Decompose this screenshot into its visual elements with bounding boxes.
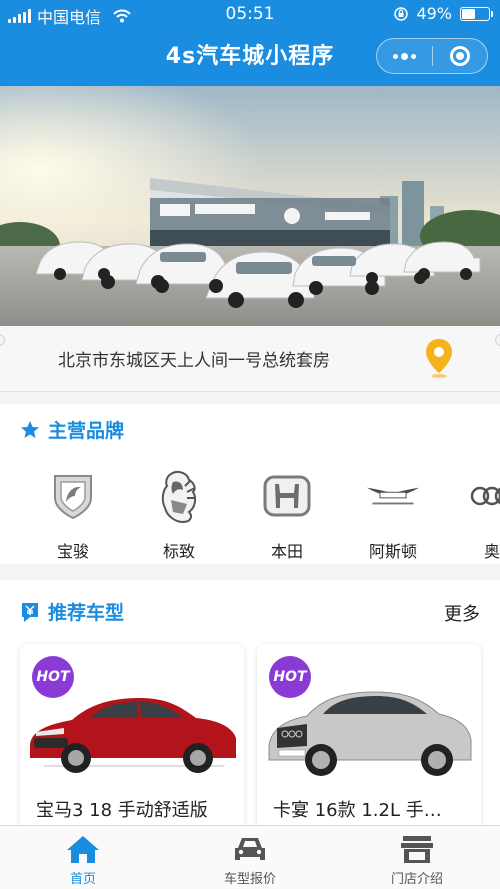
car-card[interactable]: HOT 宝马3 18 手动舒适版	[20, 644, 244, 834]
car-name: 宝马3 18 手动舒适版	[36, 800, 208, 821]
brand-list: 宝骏 标致 本田 阿斯顿 奥	[0, 468, 500, 561]
hot-badge: HOT	[269, 656, 311, 698]
brand-item-baojun[interactable]: 宝骏	[38, 468, 108, 562]
car-card[interactable]: HOT 卡宴 16款 1.2L 手…	[257, 644, 481, 834]
status-right: 49%	[394, 4, 493, 23]
tab-bar: 首页 车型报价 门店介绍	[0, 825, 500, 889]
banner-image[interactable]	[0, 86, 500, 326]
baojun-logo-icon	[45, 468, 101, 524]
brand-item-peugeot[interactable]: 标致	[144, 468, 214, 562]
close-circle-icon	[449, 46, 470, 66]
battery-level	[462, 8, 475, 19]
peugeot-logo-icon	[151, 468, 207, 524]
recommended-section: 推荐车型 更多 HOT 宝马3 18 手动舒适版 HOT 卡宴 16款 1.2L…	[0, 580, 500, 834]
top-bar: 中国电信 05:51 49% 4s汽车城小程序	[0, 0, 500, 86]
close-mini-program-button[interactable]	[433, 39, 487, 73]
audi-logo-icon	[470, 468, 500, 524]
rotation-lock-icon	[394, 6, 409, 21]
brand-name: 阿斯顿	[368, 542, 417, 561]
mini-program-capsule	[376, 38, 488, 74]
hot-badge: HOT	[32, 656, 74, 698]
tab-home-label: 首页	[69, 872, 96, 887]
ticket-notch-left	[0, 334, 5, 346]
brand-item-audi[interactable]: 奥	[470, 468, 500, 562]
battery-icon	[460, 6, 493, 21]
brand-name: 宝骏	[56, 542, 89, 561]
battery-percent: 49%	[416, 4, 452, 23]
address-bar[interactable]: 北京市东城区天上人间一号总统套房	[0, 326, 500, 392]
tab-home[interactable]: 首页	[28, 834, 138, 887]
brand-name: 本田	[270, 542, 303, 561]
brands-section: 主营品牌 宝骏 标致 本田 阿斯顿 奥	[0, 404, 500, 564]
aston-martin-logo-icon	[365, 468, 421, 524]
dealership-photo	[0, 86, 500, 326]
brand-name: 标致	[162, 542, 195, 561]
tab-car-prices-label: 车型报价	[223, 872, 276, 887]
car-icon	[235, 838, 265, 860]
recommend-header: 推荐车型	[20, 598, 124, 625]
dot-icon	[401, 52, 408, 60]
address-text: 北京市东城区天上人间一号总统套房	[58, 351, 330, 371]
tab-store-intro[interactable]: 门店介绍	[362, 834, 472, 887]
brand-name: 奥	[484, 542, 500, 561]
dot-icon	[411, 53, 416, 59]
tab-car-prices[interactable]: 车型报价	[195, 834, 305, 887]
honda-logo-icon	[259, 468, 315, 524]
store-icon	[401, 836, 433, 863]
home-icon	[67, 836, 99, 863]
status-bar: 中国电信 05:51 49%	[0, 0, 500, 28]
more-menu-button[interactable]	[377, 39, 432, 73]
car-name: 卡宴 16款 1.2L 手…	[273, 800, 442, 821]
star-icon	[21, 420, 39, 438]
dot-icon	[393, 53, 398, 59]
more-link[interactable]: 更多	[444, 600, 480, 626]
tab-store-intro-label: 门店介绍	[390, 872, 443, 887]
brand-item-aston-martin[interactable]: 阿斯顿	[358, 468, 428, 562]
location-pin-icon[interactable]	[424, 337, 454, 379]
brands-title: 主营品牌	[48, 420, 125, 442]
yen-tag-icon	[22, 602, 38, 622]
ticket-notch-right	[495, 334, 500, 346]
brand-item-honda[interactable]: 本田	[252, 468, 322, 562]
brands-header: 主营品牌	[20, 416, 124, 443]
recommend-title: 推荐车型	[48, 602, 125, 624]
